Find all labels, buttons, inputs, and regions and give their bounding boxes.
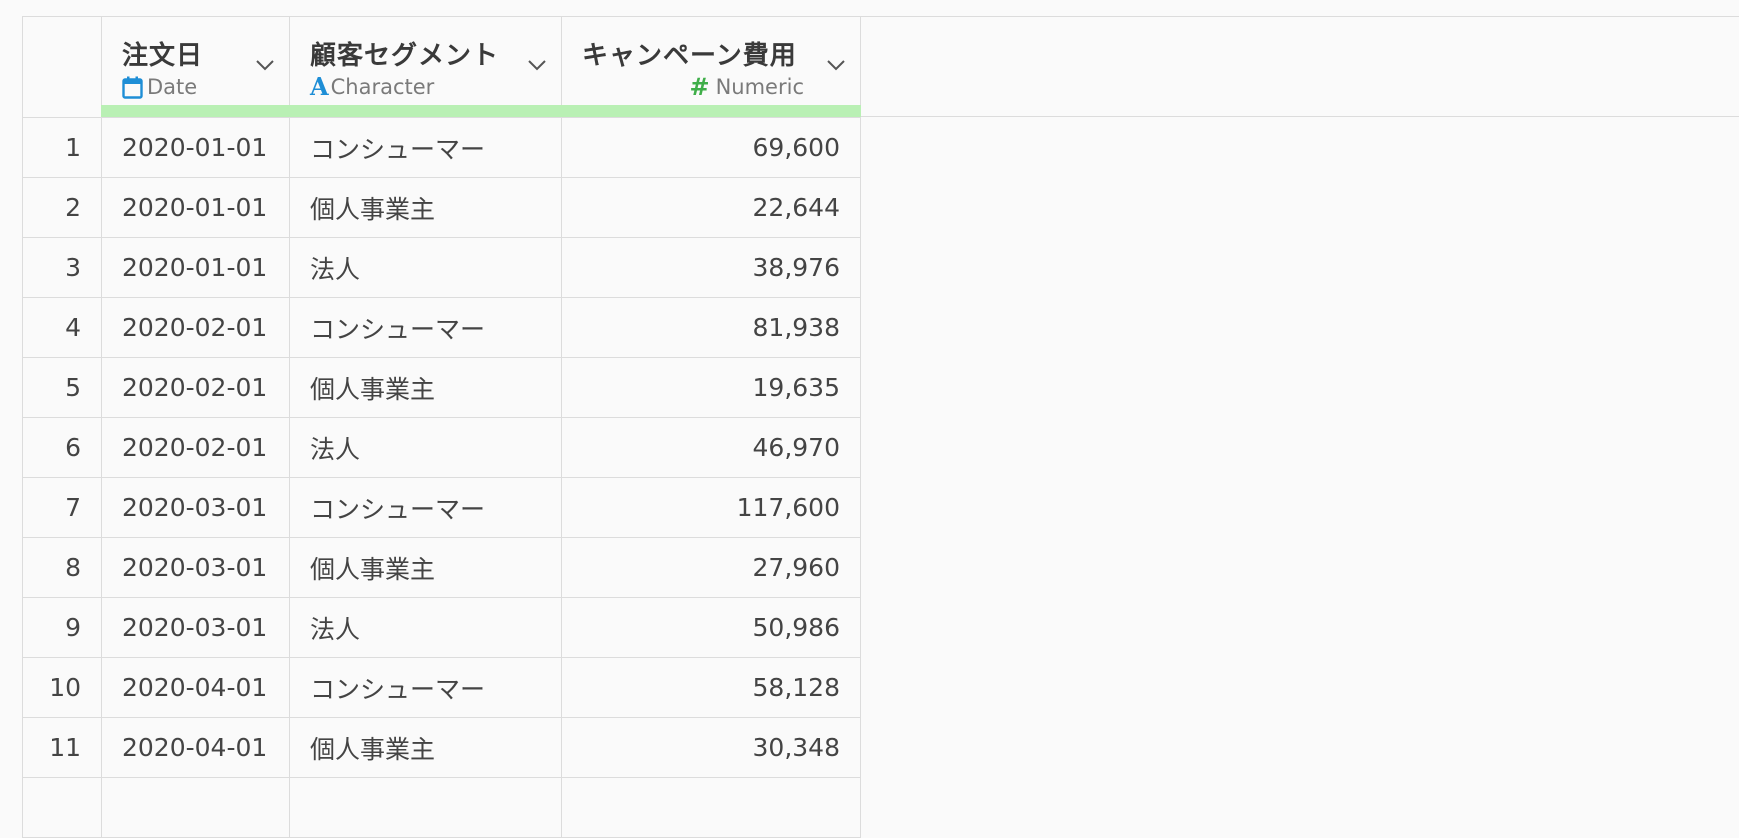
cell-order-date[interactable] [101, 777, 290, 838]
table-row[interactable]: 3 2020-01-01 法人 38,976 [22, 237, 861, 298]
calendar-icon [122, 76, 143, 99]
row-number: 2 [22, 177, 102, 238]
column-type: Date [122, 75, 197, 99]
cell-campaign-cost[interactable]: 27,960 [561, 537, 861, 598]
table-row[interactable] [22, 777, 861, 838]
row-number: 11 [22, 717, 102, 778]
table-row[interactable]: 7 2020-03-01 コンシューマー 117,600 [22, 477, 861, 538]
cell-campaign-cost[interactable]: 81,938 [561, 297, 861, 358]
chevron-down-icon[interactable] [826, 55, 846, 75]
chevron-down-icon[interactable] [527, 55, 547, 75]
cell-order-date[interactable]: 2020-03-01 [101, 477, 290, 538]
row-number [22, 777, 102, 838]
table-row[interactable]: 6 2020-02-01 法人 46,970 [22, 417, 861, 478]
cell-customer-segment[interactable] [289, 777, 562, 838]
cell-customer-segment[interactable]: 法人 [289, 417, 562, 478]
cell-campaign-cost[interactable]: 69,600 [561, 117, 861, 178]
cell-customer-segment[interactable]: コンシューマー [289, 477, 562, 538]
cell-customer-segment[interactable]: コンシューマー [289, 657, 562, 718]
column-name: 顧客セグメント [310, 41, 500, 71]
column-type-label: Date [147, 75, 198, 99]
character-type-icon: A [310, 72, 329, 101]
cell-campaign-cost[interactable]: 30,348 [561, 717, 861, 778]
cell-order-date[interactable]: 2020-04-01 [101, 657, 290, 718]
data-grid-view: 注文日 Date 顧客セグメント A Character キャンペーン費用 # … [0, 0, 1739, 838]
cell-order-date[interactable]: 2020-02-01 [101, 357, 290, 418]
column-header-campaign-cost[interactable]: キャンペーン費用 # Numeric [561, 16, 861, 118]
column-quality-bar [561, 105, 861, 117]
table-body: 1 2020-01-01 コンシューマー 69,600 2 2020-01-01 個人事業主… [22, 117, 861, 838]
table-row[interactable]: 11 2020-04-01 個人事業主 30,348 [22, 717, 861, 778]
column-quality-bar [289, 105, 562, 117]
column-header-customer-segment[interactable]: 顧客セグメント A Character [289, 16, 562, 118]
column-type-label: Character [330, 75, 435, 99]
cell-campaign-cost[interactable]: 22,644 [561, 177, 861, 238]
cell-customer-segment[interactable]: 個人事業主 [289, 357, 562, 418]
cell-order-date[interactable]: 2020-03-01 [101, 537, 290, 598]
cell-order-date[interactable]: 2020-01-01 [101, 177, 290, 238]
cell-order-date[interactable]: 2020-03-01 [101, 597, 290, 658]
header-row: 注文日 Date 顧客セグメント A Character キャンペーン費用 # … [22, 16, 861, 118]
table-row[interactable]: 2 2020-01-01 個人事業主 22,644 [22, 177, 861, 238]
table-row[interactable]: 8 2020-03-01 個人事業主 27,960 [22, 537, 861, 598]
cell-customer-segment[interactable]: 個人事業主 [289, 537, 562, 598]
row-number: 8 [22, 537, 102, 598]
cell-campaign-cost[interactable]: 50,986 [561, 597, 861, 658]
cell-campaign-cost[interactable]: 19,635 [561, 357, 861, 418]
row-number: 9 [22, 597, 102, 658]
numeric-hash-icon: # [689, 73, 710, 101]
row-number: 10 [22, 657, 102, 718]
header-bottom-line [859, 116, 1739, 117]
table-row[interactable]: 10 2020-04-01 コンシューマー 58,128 [22, 657, 861, 718]
cell-customer-segment[interactable]: 法人 [289, 597, 562, 658]
table-row[interactable]: 4 2020-02-01 コンシューマー 81,938 [22, 297, 861, 358]
column-name: 注文日 [122, 41, 204, 71]
row-number: 3 [22, 237, 102, 298]
data-table: 注文日 Date 顧客セグメント A Character キャンペーン費用 # … [22, 16, 861, 838]
cell-customer-segment[interactable]: 個人事業主 [289, 717, 562, 778]
row-number: 6 [22, 417, 102, 478]
row-number: 5 [22, 357, 102, 418]
cell-customer-segment[interactable]: 法人 [289, 237, 562, 298]
column-type: A Character [310, 72, 435, 101]
cell-customer-segment[interactable]: 個人事業主 [289, 177, 562, 238]
table-row[interactable]: 9 2020-03-01 法人 50,986 [22, 597, 861, 658]
cell-order-date[interactable]: 2020-02-01 [101, 297, 290, 358]
cell-order-date[interactable]: 2020-04-01 [101, 717, 290, 778]
cell-campaign-cost[interactable]: 38,976 [561, 237, 861, 298]
row-number-header [22, 16, 102, 118]
cell-customer-segment[interactable]: コンシューマー [289, 297, 562, 358]
column-header-order-date[interactable]: 注文日 Date [101, 16, 290, 118]
table-row[interactable]: 1 2020-01-01 コンシューマー 69,600 [22, 117, 861, 178]
cell-campaign-cost[interactable]: 117,600 [561, 477, 861, 538]
cell-campaign-cost[interactable] [561, 777, 861, 838]
cell-campaign-cost[interactable]: 58,128 [561, 657, 861, 718]
row-number: 7 [22, 477, 102, 538]
cell-customer-segment[interactable]: コンシューマー [289, 117, 562, 178]
column-type: # Numeric [689, 75, 804, 99]
cell-order-date[interactable]: 2020-02-01 [101, 417, 290, 478]
cell-order-date[interactable]: 2020-01-01 [101, 117, 290, 178]
table-row[interactable]: 5 2020-02-01 個人事業主 19,635 [22, 357, 861, 418]
chevron-down-icon[interactable] [255, 55, 275, 75]
cell-order-date[interactable]: 2020-01-01 [101, 237, 290, 298]
column-quality-bar [101, 105, 290, 117]
row-number: 4 [22, 297, 102, 358]
cell-campaign-cost[interactable]: 46,970 [561, 417, 861, 478]
column-name: キャンペーン費用 [582, 41, 797, 71]
row-number: 1 [22, 117, 102, 178]
column-type-label: Numeric [715, 75, 804, 99]
